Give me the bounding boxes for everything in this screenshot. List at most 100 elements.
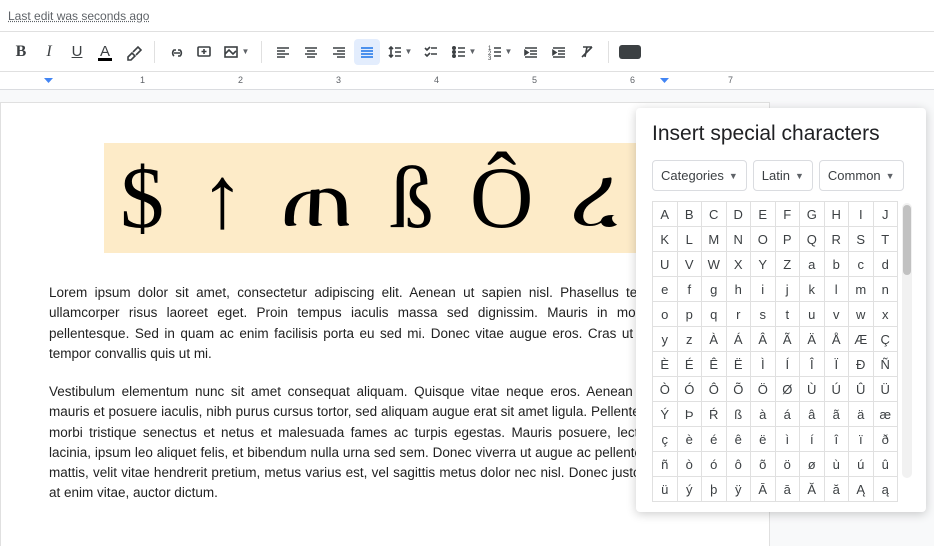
char-cell[interactable]: t: [776, 302, 801, 327]
char-cell[interactable]: Ì: [751, 352, 776, 377]
char-cell[interactable]: q: [702, 302, 727, 327]
scrollbar[interactable]: [902, 203, 912, 478]
insert-link-button[interactable]: [163, 39, 189, 65]
char-cell[interactable]: h: [727, 277, 752, 302]
char-cell[interactable]: Ą: [849, 477, 874, 502]
char-cell[interactable]: P: [776, 227, 801, 252]
char-cell[interactable]: ö: [776, 452, 801, 477]
char-cell[interactable]: s: [751, 302, 776, 327]
char-cell[interactable]: ï: [849, 427, 874, 452]
char-cell[interactable]: I: [849, 202, 874, 227]
char-cell[interactable]: ü: [653, 477, 678, 502]
char-cell[interactable]: Î: [800, 352, 825, 377]
char-cell[interactable]: Á: [727, 327, 752, 352]
char-cell[interactable]: C: [702, 202, 727, 227]
char-cell[interactable]: Ù: [800, 377, 825, 402]
char-cell[interactable]: L: [678, 227, 703, 252]
char-cell[interactable]: Y: [751, 252, 776, 277]
char-cell[interactable]: e: [653, 277, 678, 302]
char-cell[interactable]: z: [678, 327, 703, 352]
char-cell[interactable]: Ñ: [874, 352, 899, 377]
clear-format-button[interactable]: [574, 39, 600, 65]
char-cell[interactable]: Û: [849, 377, 874, 402]
align-left-button[interactable]: [270, 39, 296, 65]
char-cell[interactable]: ú: [849, 452, 874, 477]
indent-decrease-button[interactable]: [518, 39, 544, 65]
char-cell[interactable]: Ô: [702, 377, 727, 402]
char-cell[interactable]: Í: [776, 352, 801, 377]
checklist-button[interactable]: [418, 39, 444, 65]
char-cell[interactable]: c: [849, 252, 874, 277]
char-cell[interactable]: Ó: [678, 377, 703, 402]
char-cell[interactable]: Æ: [849, 327, 874, 352]
char-cell[interactable]: ą: [874, 477, 899, 502]
char-cell[interactable]: ß: [727, 402, 752, 427]
editing-mode-button[interactable]: [617, 39, 643, 65]
char-cell[interactable]: é: [702, 427, 727, 452]
bulleted-list-button[interactable]: ▼: [446, 39, 480, 65]
scrollbar-thumb[interactable]: [903, 205, 911, 275]
char-cell[interactable]: Þ: [678, 402, 703, 427]
char-cell[interactable]: É: [678, 352, 703, 377]
italic-button[interactable]: I: [36, 39, 62, 65]
char-cell[interactable]: Â: [751, 327, 776, 352]
align-justify-button[interactable]: [354, 39, 380, 65]
char-cell[interactable]: U: [653, 252, 678, 277]
char-cell[interactable]: b: [825, 252, 850, 277]
char-cell[interactable]: á: [776, 402, 801, 427]
char-cell[interactable]: Ø: [776, 377, 801, 402]
char-cell[interactable]: r: [727, 302, 752, 327]
char-cell[interactable]: F: [776, 202, 801, 227]
script-select[interactable]: Latin▼: [753, 160, 813, 191]
char-cell[interactable]: î: [825, 427, 850, 452]
indent-marker-left[interactable]: [44, 78, 53, 83]
insert-image-button[interactable]: ▼: [219, 39, 253, 65]
char-cell[interactable]: n: [874, 277, 899, 302]
char-cell[interactable]: k: [800, 277, 825, 302]
char-cell[interactable]: õ: [751, 452, 776, 477]
char-cell[interactable]: Ò: [653, 377, 678, 402]
char-cell[interactable]: ă: [825, 477, 850, 502]
char-cell[interactable]: í: [800, 427, 825, 452]
char-cell[interactable]: è: [678, 427, 703, 452]
char-cell[interactable]: ð: [874, 427, 899, 452]
char-cell[interactable]: O: [751, 227, 776, 252]
char-cell[interactable]: a: [800, 252, 825, 277]
text-color-button[interactable]: A: [92, 39, 118, 65]
char-cell[interactable]: Õ: [727, 377, 752, 402]
char-cell[interactable]: R: [825, 227, 850, 252]
paragraph[interactable]: Vestibulum elementum nunc sit amet conse…: [49, 382, 721, 504]
char-cell[interactable]: X: [727, 252, 752, 277]
char-cell[interactable]: V: [678, 252, 703, 277]
char-cell[interactable]: Ö: [751, 377, 776, 402]
char-cell[interactable]: D: [727, 202, 752, 227]
char-cell[interactable]: ò: [678, 452, 703, 477]
char-cell[interactable]: ø: [800, 452, 825, 477]
char-cell[interactable]: Å: [825, 327, 850, 352]
char-cell[interactable]: p: [678, 302, 703, 327]
char-cell[interactable]: G: [800, 202, 825, 227]
indent-marker-right[interactable]: [660, 78, 669, 83]
char-cell[interactable]: ā: [776, 477, 801, 502]
char-cell[interactable]: Ú: [825, 377, 850, 402]
char-cell[interactable]: S: [849, 227, 874, 252]
char-cell[interactable]: æ: [874, 402, 899, 427]
char-cell[interactable]: Ã: [776, 327, 801, 352]
char-cell[interactable]: À: [702, 327, 727, 352]
char-cell[interactable]: ç: [653, 427, 678, 452]
char-cell[interactable]: Ă: [800, 477, 825, 502]
char-cell[interactable]: f: [678, 277, 703, 302]
char-cell[interactable]: Ë: [727, 352, 752, 377]
char-cell[interactable]: Ý: [653, 402, 678, 427]
last-edit-link[interactable]: Last edit was seconds ago: [8, 9, 149, 23]
char-cell[interactable]: ë: [751, 427, 776, 452]
char-cell[interactable]: à: [751, 402, 776, 427]
char-cell[interactable]: Ê: [702, 352, 727, 377]
line-spacing-button[interactable]: ▼: [382, 39, 416, 65]
indent-increase-button[interactable]: [546, 39, 572, 65]
char-cell[interactable]: ñ: [653, 452, 678, 477]
align-right-button[interactable]: [326, 39, 352, 65]
char-cell[interactable]: ê: [727, 427, 752, 452]
char-cell[interactable]: E: [751, 202, 776, 227]
char-cell[interactable]: v: [825, 302, 850, 327]
